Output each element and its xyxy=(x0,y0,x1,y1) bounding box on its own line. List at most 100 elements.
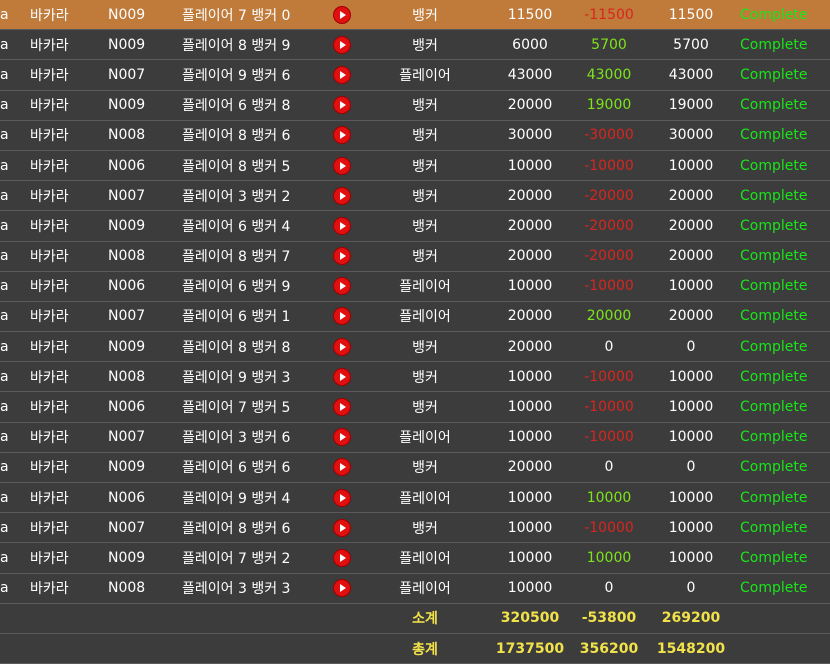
play-circle-icon[interactable] xyxy=(334,36,350,53)
room-id: N007 xyxy=(108,422,182,453)
room-id: N009 xyxy=(108,90,182,121)
status-badge: Complete xyxy=(734,180,830,212)
replay-button[interactable] xyxy=(324,150,360,182)
total-blank xyxy=(108,633,182,664)
table-row[interactable]: a 바카라 N008 플레이어 8 뱅커 7 뱅커 20000 -20000 20000 Com… xyxy=(0,241,830,272)
replay-button[interactable] xyxy=(324,361,360,393)
replay-button[interactable] xyxy=(324,482,360,514)
status-badge: Complete xyxy=(734,331,830,363)
replay-button[interactable] xyxy=(324,29,360,61)
play-circle-icon[interactable] xyxy=(334,549,350,566)
replay-button[interactable] xyxy=(324,452,360,484)
row-prefix: a xyxy=(0,90,30,121)
status-badge: Complete xyxy=(734,241,830,272)
replay-button[interactable] xyxy=(324,391,360,423)
play-circle-icon[interactable] xyxy=(334,338,350,355)
game-name: 바카라 xyxy=(30,59,108,91)
play-circle-icon[interactable] xyxy=(334,459,350,476)
valid-amount: 43000 xyxy=(648,59,734,91)
replay-button[interactable] xyxy=(324,241,360,272)
game-result: 플레이어 8 뱅커 8 xyxy=(182,331,324,363)
bet-choice: 뱅커 xyxy=(360,29,490,61)
bet-amount: 10000 xyxy=(490,271,570,302)
play-circle-icon[interactable] xyxy=(334,248,350,265)
play-circle-icon[interactable] xyxy=(334,127,350,144)
room-id: N007 xyxy=(108,512,182,544)
status-badge: Complete xyxy=(734,542,830,574)
table-row[interactable]: a 바카라 N007 플레이어 8 뱅커 6 뱅커 10000 -10000 10000 Com… xyxy=(0,512,830,544)
game-result: 플레이어 3 뱅커 2 xyxy=(182,180,324,212)
bet-choice: 뱅커 xyxy=(360,120,490,151)
row-prefix: a xyxy=(0,422,30,453)
table-row[interactable]: a 바카라 N006 플레이어 6 뱅커 9 플레이어 10000 -10000 10000 C… xyxy=(0,271,830,302)
replay-button[interactable] xyxy=(324,90,360,121)
subtotal-blank xyxy=(182,603,324,634)
replay-button[interactable] xyxy=(324,271,360,302)
table-row[interactable]: a 바카라 N009 플레이어 6 뱅커 8 뱅커 20000 19000 19000 Comp… xyxy=(0,90,830,121)
play-circle-icon[interactable] xyxy=(334,66,350,83)
replay-button[interactable] xyxy=(324,331,360,363)
room-id: N006 xyxy=(108,271,182,302)
bet-choice: 플레이어 xyxy=(360,422,490,453)
replay-button[interactable] xyxy=(324,120,360,151)
table-row[interactable]: a 바카라 N007 플레이어 3 뱅커 2 뱅커 20000 -20000 20000 Com… xyxy=(0,180,830,212)
status-badge: Complete xyxy=(734,482,830,514)
game-name: 바카라 xyxy=(30,150,108,182)
replay-button[interactable] xyxy=(324,422,360,453)
play-circle-icon[interactable] xyxy=(334,308,350,325)
table-row[interactable]: a 바카라 N007 플레이어 3 뱅커 6 플레이어 10000 -10000 10000 C… xyxy=(0,422,830,453)
replay-button[interactable] xyxy=(324,210,360,242)
bet-amount: 11500 xyxy=(490,0,570,31)
valid-amount: 19000 xyxy=(648,90,734,121)
game-result: 플레이어 8 뱅커 5 xyxy=(182,150,324,182)
replay-button[interactable] xyxy=(324,180,360,212)
play-circle-icon[interactable] xyxy=(334,157,350,174)
room-id: N006 xyxy=(108,482,182,514)
status-badge: Complete xyxy=(734,271,830,302)
profit-amount: 0 xyxy=(570,331,648,363)
play-circle-icon[interactable] xyxy=(334,97,350,114)
profit-amount: 20000 xyxy=(570,301,648,333)
play-circle-icon[interactable] xyxy=(334,278,350,295)
replay-button[interactable] xyxy=(324,512,360,544)
play-circle-icon[interactable] xyxy=(334,6,350,23)
game-name: 바카라 xyxy=(30,90,108,121)
play-circle-icon[interactable] xyxy=(334,429,350,446)
table-row[interactable]: a 바카라 N007 플레이어 6 뱅커 1 플레이어 20000 20000 20000 Co… xyxy=(0,301,830,333)
table-row[interactable]: a 바카라 N009 플레이어 8 뱅커 8 뱅커 20000 0 0 Complete xyxy=(0,331,830,363)
play-circle-icon[interactable] xyxy=(334,580,350,597)
play-circle-icon[interactable] xyxy=(334,187,350,204)
replay-button[interactable] xyxy=(324,59,360,91)
table-row[interactable]: a 바카라 N008 플레이어 3 뱅커 3 플레이어 10000 0 0 Complete xyxy=(0,573,830,604)
status-badge: Complete xyxy=(734,391,830,423)
replay-button[interactable] xyxy=(324,542,360,574)
table-row[interactable]: a 바카라 N009 플레이어 7 뱅커 0 뱅커 11500 -11500 11500 Com… xyxy=(0,0,830,31)
game-name: 바카라 xyxy=(30,422,108,453)
row-prefix: a xyxy=(0,0,30,31)
table-row[interactable]: a 바카라 N009 플레이어 6 뱅커 4 뱅커 20000 -20000 20000 Com… xyxy=(0,210,830,242)
status-badge: Complete xyxy=(734,512,830,544)
play-circle-icon[interactable] xyxy=(334,489,350,506)
bet-amount: 20000 xyxy=(490,241,570,272)
table-row[interactable]: a 바카라 N008 플레이어 9 뱅커 3 뱅커 10000 -10000 10000 Com… xyxy=(0,361,830,393)
table-row[interactable]: a 바카라 N009 플레이어 6 뱅커 6 뱅커 20000 0 0 Complete xyxy=(0,452,830,484)
room-id: N008 xyxy=(108,361,182,393)
table-row[interactable]: a 바카라 N007 플레이어 9 뱅커 6 플레이어 43000 43000 43000 Co… xyxy=(0,59,830,91)
replay-button[interactable] xyxy=(324,301,360,333)
table-row[interactable]: a 바카라 N006 플레이어 8 뱅커 5 뱅커 10000 -10000 10000 Com… xyxy=(0,150,830,182)
play-circle-icon[interactable] xyxy=(334,217,350,234)
table-row[interactable]: a 바카라 N009 플레이어 7 뱅커 2 플레이어 10000 10000 10000 Co… xyxy=(0,542,830,574)
table-row[interactable]: a 바카라 N006 플레이어 7 뱅커 5 뱅커 10000 -10000 10000 Com… xyxy=(0,391,830,423)
replay-button[interactable] xyxy=(324,573,360,604)
table-row[interactable]: a 바카라 N008 플레이어 8 뱅커 6 뱅커 30000 -30000 30000 Com… xyxy=(0,120,830,151)
bet-amount: 10000 xyxy=(490,150,570,182)
valid-amount: 0 xyxy=(648,573,734,604)
table-row[interactable]: a 바카라 N006 플레이어 9 뱅커 4 플레이어 10000 10000 10000 Co… xyxy=(0,482,830,514)
play-circle-icon[interactable] xyxy=(334,368,350,385)
play-circle-icon[interactable] xyxy=(334,519,350,536)
replay-button[interactable] xyxy=(324,0,360,31)
bet-amount: 10000 xyxy=(490,542,570,574)
row-prefix: a xyxy=(0,210,30,242)
play-circle-icon[interactable] xyxy=(334,399,350,416)
table-row[interactable]: a 바카라 N009 플레이어 8 뱅커 9 뱅커 6000 5700 5700 Complet… xyxy=(0,29,830,61)
